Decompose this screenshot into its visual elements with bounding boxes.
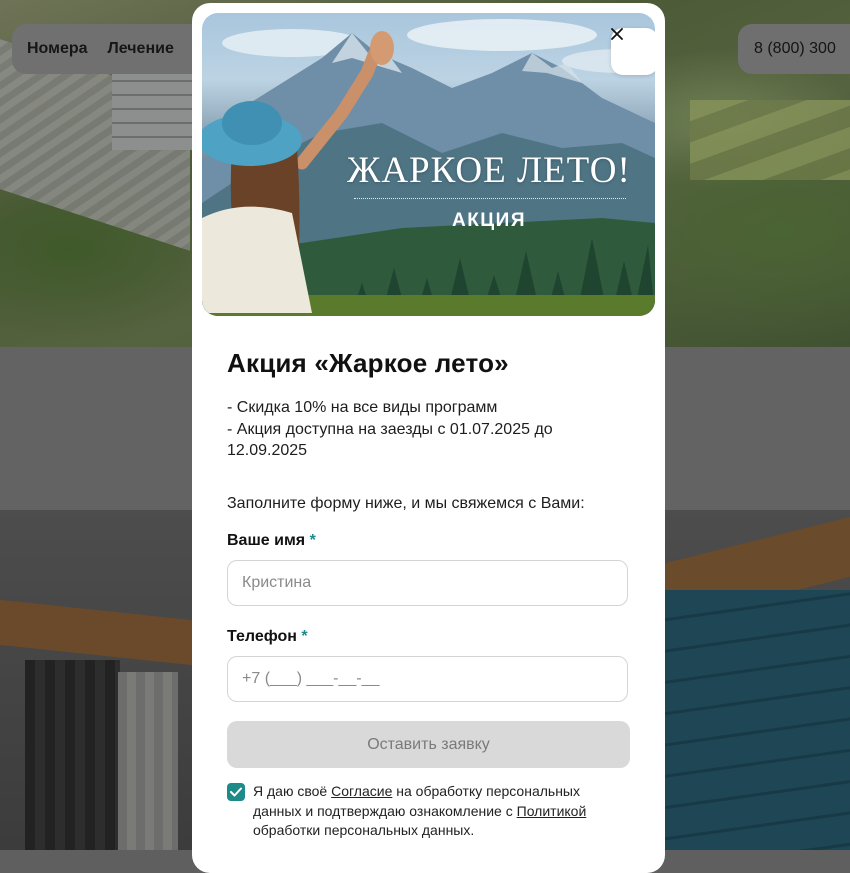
consent-text: Я даю своё Согласие на обработку персона… xyxy=(253,782,632,841)
required-mark: * xyxy=(301,628,308,645)
close-icon xyxy=(611,28,623,40)
room-wall-panels xyxy=(665,590,850,850)
site-phone: 8 (800) 300 xyxy=(738,24,850,74)
name-label-text: Ваше имя xyxy=(227,532,306,549)
name-label: Ваше имя * xyxy=(227,532,316,550)
promo-banner: ЖАРКОЕ ЛЕТО! АКЦИЯ xyxy=(202,13,655,316)
room-curtain-light xyxy=(118,672,178,850)
phone-label-text: Телефон xyxy=(227,628,297,645)
name-input[interactable] xyxy=(227,560,628,606)
consent-agreement-link[interactable]: Согласие xyxy=(331,783,392,799)
banner-title: ЖАРКОЕ ЛЕТО! xyxy=(347,150,631,191)
consent-checkbox[interactable] xyxy=(227,783,245,801)
phone-input[interactable] xyxy=(227,656,628,702)
room-curtain-dark xyxy=(25,660,120,850)
close-button[interactable] xyxy=(611,28,655,75)
banner-divider xyxy=(354,198,626,199)
submit-button[interactable]: Оставить заявку xyxy=(227,721,630,768)
required-mark: * xyxy=(309,532,316,549)
nav-item-treatment[interactable]: Лечение xyxy=(108,40,174,58)
consent-row: Я даю своё Согласие на обработку персона… xyxy=(227,782,632,841)
promo-modal: ЖАРКОЕ ЛЕТО! АКЦИЯ Акция «Жаркое лето» -… xyxy=(192,3,665,873)
site-nav: Номера Лечение xyxy=(12,24,207,74)
hero-lawn xyxy=(690,100,850,180)
contact-form: Ваше имя * Телефон * Оставить заявку Я д… xyxy=(227,348,637,848)
phone-label: Телефон * xyxy=(227,628,308,646)
consent-text-part: Я даю своё xyxy=(253,783,332,799)
nav-item-rooms[interactable]: Номера xyxy=(27,40,88,58)
consent-text-part: обработки персональных данных. xyxy=(253,822,475,838)
privacy-policy-link[interactable]: Политикой xyxy=(517,803,587,819)
banner-subtitle: АКЦИЯ xyxy=(451,210,526,231)
phone-number[interactable]: 8 (800) 300 xyxy=(754,40,836,58)
check-icon xyxy=(230,787,242,797)
